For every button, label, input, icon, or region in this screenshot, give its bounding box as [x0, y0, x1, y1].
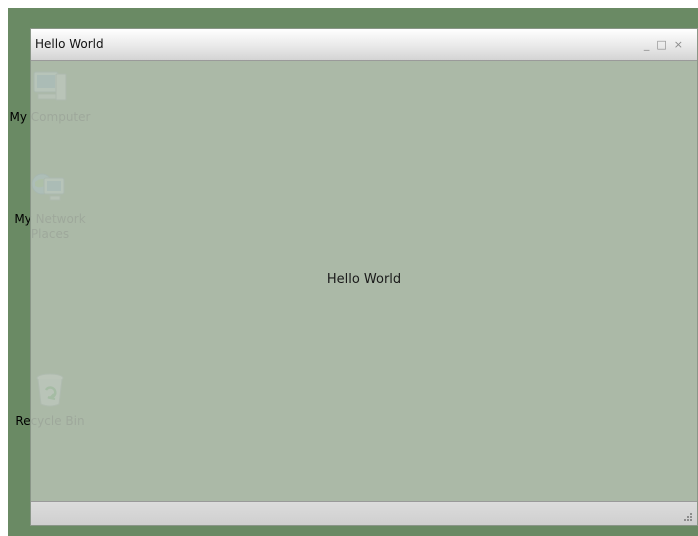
status-bar: [31, 501, 697, 525]
hello-world-label: Hello World: [326, 272, 402, 287]
resize-grip-icon[interactable]: [683, 512, 693, 522]
window-title: Hello World: [35, 37, 104, 51]
maximize-button[interactable]: □: [656, 38, 666, 51]
window-controls: _ □ ×: [644, 38, 683, 51]
close-button[interactable]: ×: [674, 38, 683, 51]
window-titlebar[interactable]: Hello World _ □ ×: [31, 29, 697, 61]
minimize-button[interactable]: _: [644, 38, 650, 51]
hello-world-window: Hello World _ □ × Hello World: [30, 28, 698, 526]
window-content: Hello World: [31, 61, 697, 501]
